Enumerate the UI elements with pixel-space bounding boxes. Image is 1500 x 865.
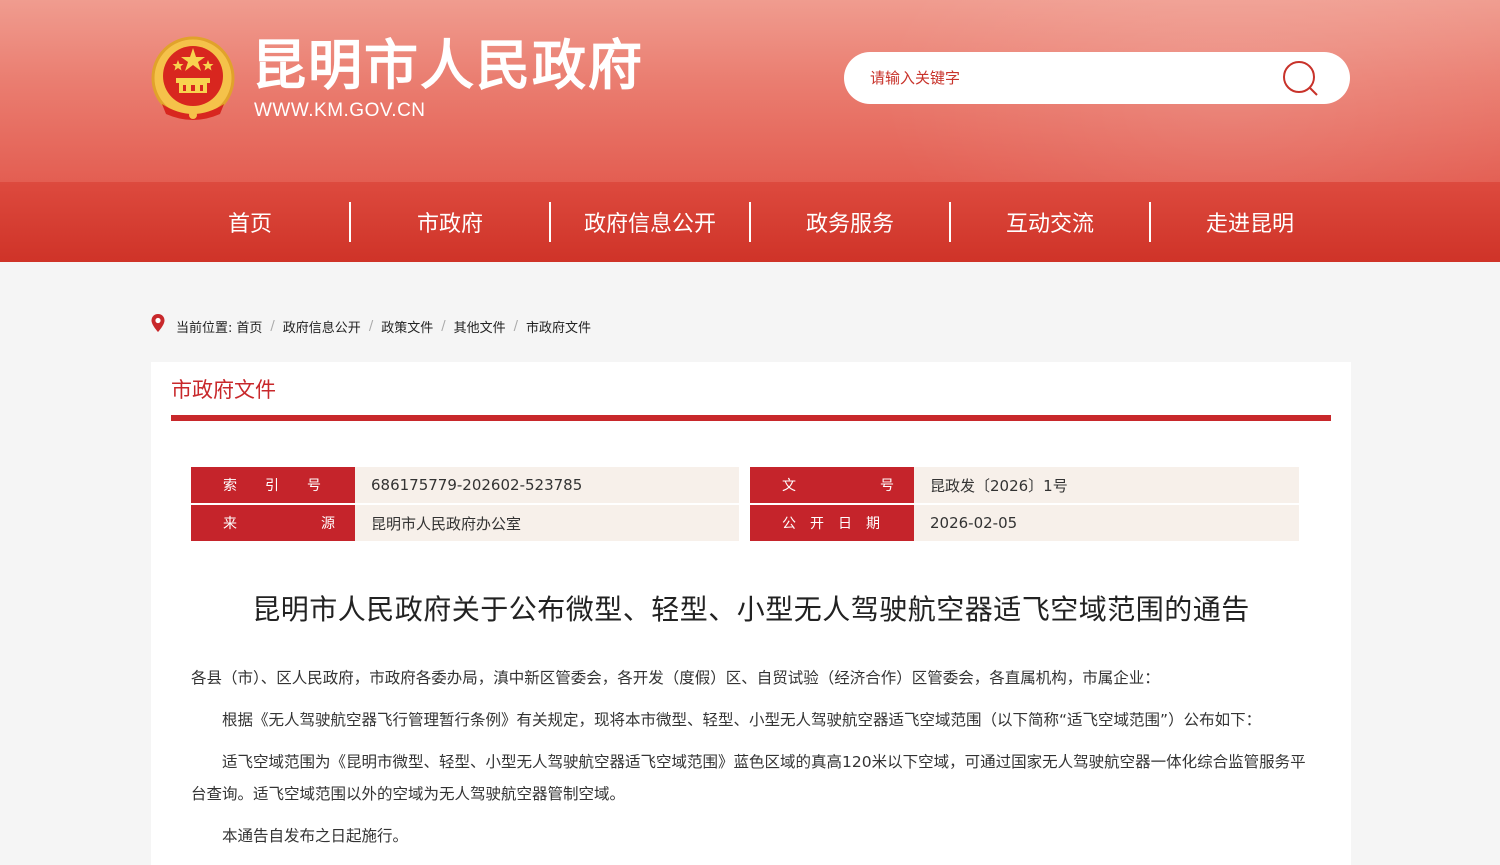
meta-row: 索 引 号 686175779-202602-523785 文 号 昆政发〔20… bbox=[191, 467, 1299, 503]
panel-title-underline bbox=[171, 415, 1331, 421]
breadcrumb-separator: / bbox=[270, 318, 275, 334]
site-header: 昆明市人民政府 WWW.KM.GOV.CN bbox=[0, 0, 1500, 182]
location-pin-icon bbox=[151, 314, 165, 332]
breadcrumb-other-documents[interactable]: 其他文件 bbox=[454, 317, 506, 336]
breadcrumb-home[interactable]: 首页 bbox=[236, 317, 262, 336]
breadcrumb-separator: / bbox=[441, 318, 446, 334]
nav-home[interactable]: 首页 bbox=[150, 182, 350, 262]
breadcrumb-separator: / bbox=[513, 318, 519, 334]
breadcrumb-separator: / bbox=[368, 318, 374, 334]
site-title[interactable]: 昆明市人民政府 bbox=[252, 34, 644, 98]
meta-date-label: 公 开 日 期 bbox=[750, 505, 914, 541]
nav-information-disclosure[interactable]: 政府信息公开 bbox=[550, 182, 750, 262]
nav-about-kunming[interactable]: 走进昆明 bbox=[1150, 182, 1350, 262]
search-input[interactable] bbox=[870, 62, 1270, 94]
meta-index-label: 索 引 号 bbox=[191, 467, 355, 503]
meta-index-value: 686175779-202602-523785 bbox=[355, 467, 739, 503]
document-paragraph: 适飞空域范围为《昆明市微型、轻型、小型无人驾驶航空器适飞空域范围》蓝色区域的真高… bbox=[191, 753, 1306, 803]
meta-date-value: 2026-02-05 bbox=[914, 505, 1299, 541]
breadcrumb: 当前位置: 首页 / 政府信息公开 / 政策文件 / 其他文件 / 市政府文件 bbox=[150, 312, 591, 340]
meta-source-label: 来 源 bbox=[191, 505, 355, 541]
document-paragraph: 本通告自发布之日起施行。 bbox=[222, 827, 409, 845]
content-panel: 市政府文件 索 引 号 686175779-202602-523785 文 号 … bbox=[151, 362, 1351, 865]
search-icon[interactable] bbox=[1278, 58, 1322, 98]
document-addressee: 各县（市）、区人民政府，市政府各委办局，滇中新区管委会，各开发（度假）区、自贸试… bbox=[191, 669, 1160, 687]
nav-government-services[interactable]: 政务服务 bbox=[750, 182, 950, 262]
search-box bbox=[844, 52, 1350, 104]
panel-title: 市政府文件 bbox=[171, 378, 276, 402]
meta-row: 来 源 昆明市人民政府办公室 公 开 日 期 2026-02-05 bbox=[191, 505, 1299, 541]
meta-docno-value: 昆政发〔2026〕1号 bbox=[914, 467, 1299, 503]
document-paragraph: 根据《无人驾驶航空器飞行管理暂行条例》有关规定，现将本市微型、轻型、小型无人驾驶… bbox=[222, 711, 1262, 729]
site-url: WWW.KM.GOV.CN bbox=[254, 100, 426, 121]
national-emblem-icon bbox=[151, 36, 235, 120]
breadcrumb-municipal-documents[interactable]: 市政府文件 bbox=[526, 317, 591, 336]
document-title: 昆明市人民政府关于公布微型、轻型、小型无人驾驶航空器适飞空域范围的通告 bbox=[252, 593, 1250, 626]
nav-interaction[interactable]: 互动交流 bbox=[950, 182, 1150, 262]
meta-source-value: 昆明市人民政府办公室 bbox=[355, 505, 739, 541]
nav-municipal-government[interactable]: 市政府 bbox=[350, 182, 550, 262]
main-nav: 首页 市政府 政府信息公开 政务服务 互动交流 走进昆明 bbox=[0, 182, 1500, 262]
breadcrumb-prefix: 当前位置: bbox=[176, 320, 233, 336]
breadcrumb-policy-documents[interactable]: 政策文件 bbox=[381, 317, 433, 336]
breadcrumb-information-disclosure[interactable]: 政府信息公开 bbox=[283, 317, 361, 336]
meta-docno-label: 文 号 bbox=[750, 467, 914, 503]
